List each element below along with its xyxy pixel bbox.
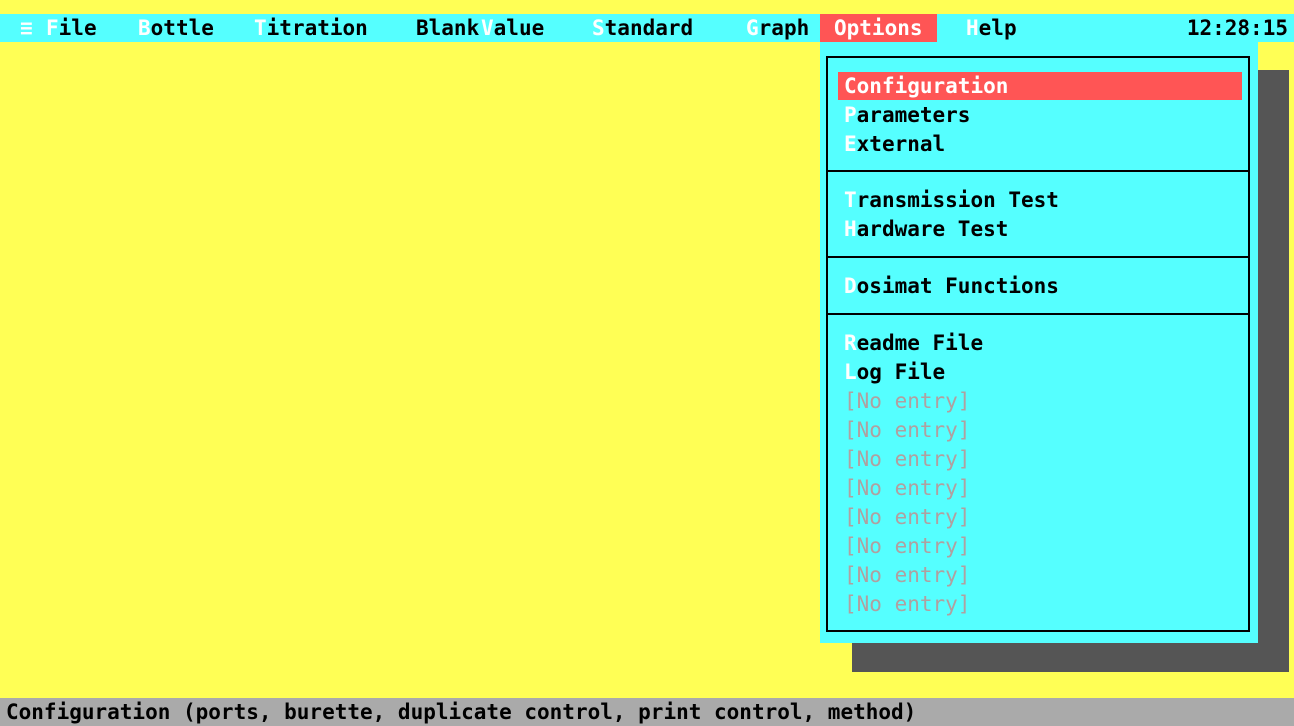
menu-titration-hotkey: T [254,16,267,40]
menu-item-transmission-test[interactable]: Transmission Test [838,186,1242,214]
menu-item-hotkey: R [844,331,857,355]
menu-separator [828,256,1248,258]
menu-graph[interactable]: Graph [746,14,809,42]
menu-item-label: eadme File [856,331,984,355]
menu-item-hotkey: C [844,74,857,98]
menu-titration-label: itration [266,16,368,40]
menu-item-hotkey: P [844,103,857,127]
menu-blank-label: Blank [416,16,480,40]
menu-item-readme-file[interactable]: Readme File [838,329,1242,357]
menu-item-hardware-test[interactable]: Hardware Test [838,215,1242,243]
menu-bar: ≡ File Bottle Titration Blank Value Stan… [0,14,1294,42]
menu-item-label: arameters [856,103,971,127]
menu-item-label: xternal [856,132,946,156]
menu-bottle-hotkey: B [138,16,151,40]
menu-item-no-entry: [No entry] [844,534,971,558]
menu-item-no-entry: [No entry] [844,418,971,442]
options-dropdown: Configuration Parameters External Transm… [820,42,1258,643]
status-bar: Configuration (ports, burette, duplicate… [0,698,1294,726]
menu-value[interactable]: Value [481,14,544,42]
menu-item-label: ransmission Test [856,188,1059,212]
menu-bottle[interactable]: Bottle [138,14,214,42]
menu-item-no-entry: [No entry] [844,592,971,616]
menu-item-no-entry: [No entry] [844,476,971,500]
menu-titration[interactable]: Titration [254,14,368,42]
menu-bottle-label: ottle [150,16,214,40]
menu-help-hotkey: H [966,16,979,40]
clock: 12:28:15 [1186,16,1288,40]
menu-item-external[interactable]: External [838,130,1242,158]
menu-graph-label: raph [758,16,810,40]
menu-item-hotkey: T [844,188,857,212]
menu-item-log-file[interactable]: Log File [838,358,1242,386]
menu-separator [828,170,1248,172]
menu-item-no-entry: [No entry] [844,389,971,413]
system-menu-icon[interactable]: ≡ [20,14,33,42]
menu-standard-label: tandard [604,16,694,40]
menu-item-hotkey: L [844,360,857,384]
menu-blank[interactable]: Blank [416,14,479,42]
menu-item-label: onfiguration [856,74,1009,98]
menu-item-label: osimat Functions [856,274,1059,298]
menu-options[interactable]: Options [820,14,937,42]
menu-item-parameters[interactable]: Parameters [838,101,1242,129]
menu-file[interactable]: File [46,14,97,42]
menu-item-hotkey: E [844,132,857,156]
menu-item-hotkey: D [844,274,857,298]
menu-value-label: alue [493,16,545,40]
menu-item-configuration[interactable]: Configuration [838,72,1242,100]
menu-help-label: elp [978,16,1017,40]
menu-item-label: ardware Test [856,217,1009,241]
menu-file-label: ile [58,16,97,40]
menu-help[interactable]: Help [966,14,1017,42]
menu-item-label: og File [856,360,946,384]
menu-separator [828,313,1248,315]
menu-options-label: Options [834,16,923,40]
menu-item-hotkey: H [844,217,857,241]
menu-item-no-entry: [No entry] [844,447,971,471]
menu-item-no-entry: [No entry] [844,505,971,529]
menu-standard[interactable]: Standard [592,14,693,42]
menu-item-no-entry: [No entry] [844,563,971,587]
menu-graph-hotkey: G [746,16,759,40]
menu-standard-hotkey: S [592,16,605,40]
menu-file-hotkey: F [46,16,59,40]
menu-value-hotkey: V [481,16,494,40]
menu-item-dosimat-functions[interactable]: Dosimat Functions [838,272,1242,300]
dropdown-frame: Configuration Parameters External Transm… [826,56,1250,632]
